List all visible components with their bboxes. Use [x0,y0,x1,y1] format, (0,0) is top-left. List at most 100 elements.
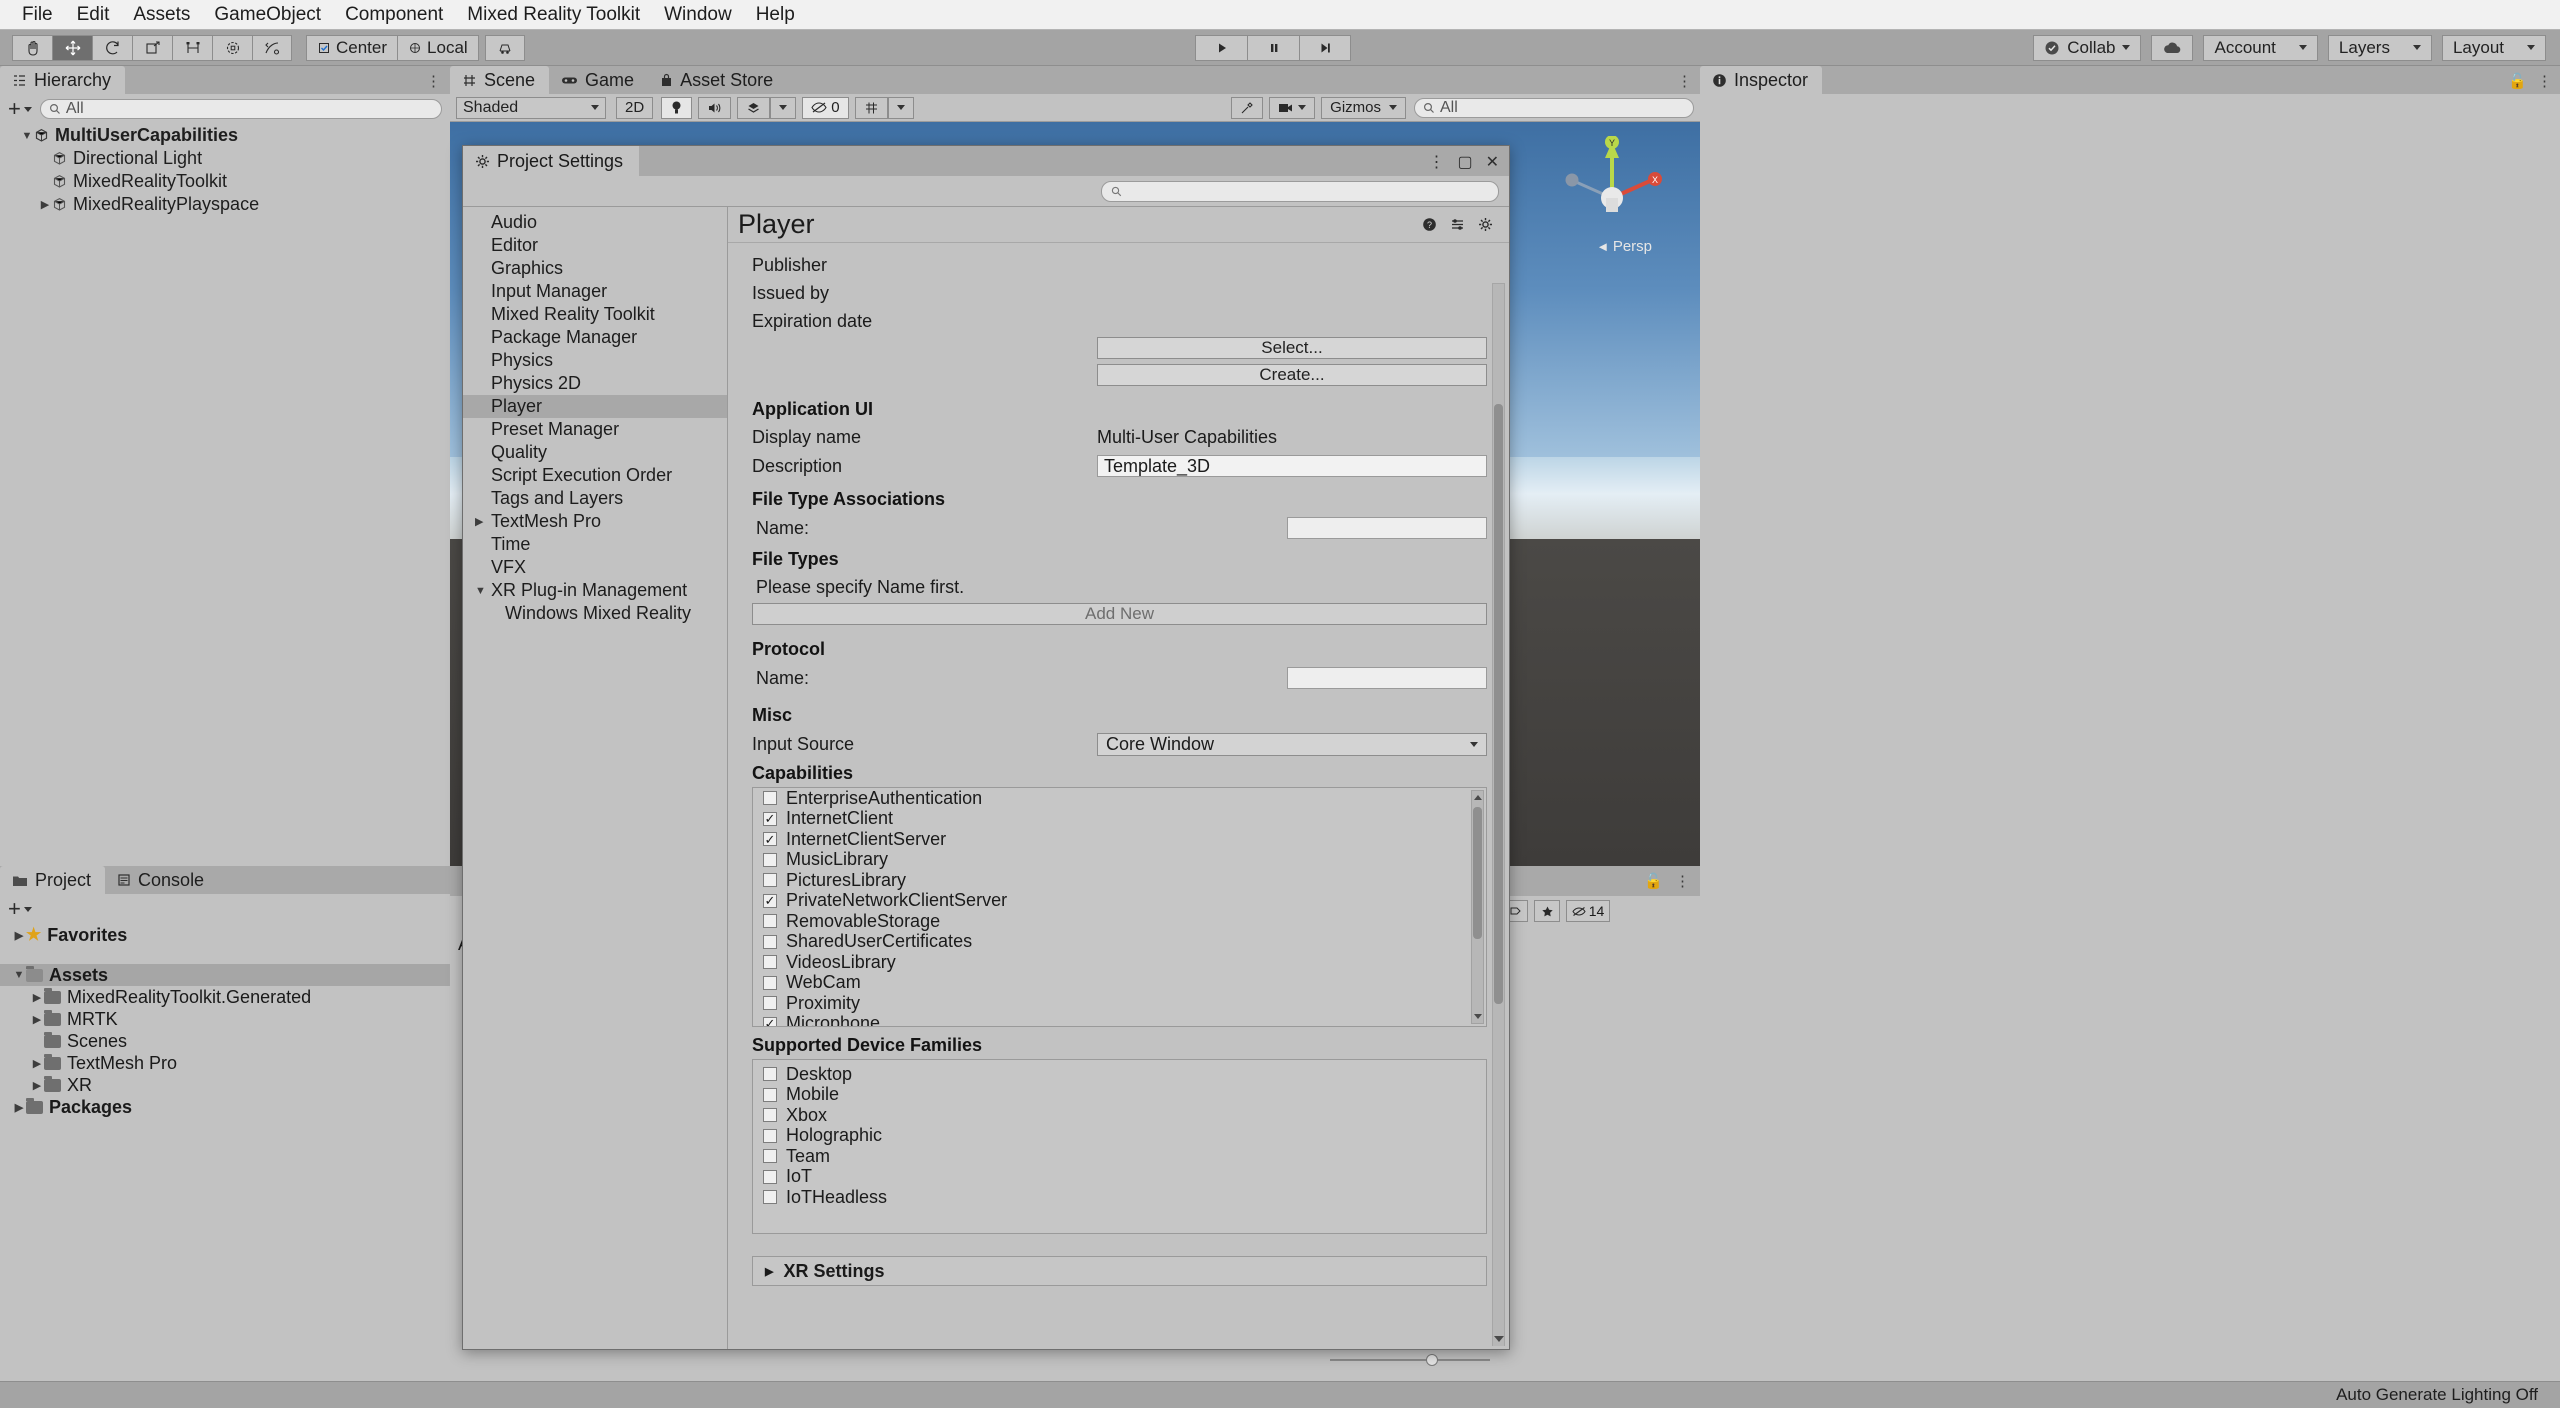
project-item[interactable]: ▶ TextMesh Pro [0,1052,450,1074]
scene-fx-dropdown[interactable] [770,96,797,119]
scene-orientation-gizmo[interactable]: Y X [1552,136,1672,246]
scene-gizmos-button[interactable]: Gizmos [1321,96,1406,119]
twisty-expanded-icon[interactable]: ▼ [475,585,486,597]
scene-fx-button[interactable] [737,96,771,119]
menu-item-file[interactable]: File [10,2,65,28]
capability-row[interactable]: VideosLibrary [753,952,1486,973]
capability-checkbox[interactable] [763,955,777,970]
pivot-rotation-button[interactable]: Local [397,34,479,61]
capability-row[interactable]: EnterpriseAuthentication [753,788,1486,809]
settings-search-input[interactable] [1101,180,1499,202]
create-asset-button[interactable]: + [8,896,32,922]
2d-toggle-button[interactable]: 2D [616,96,654,119]
tab-project-settings[interactable]: Project Settings [463,146,640,176]
tab-asset-store[interactable]: Asset Store [648,66,788,94]
select-button[interactable]: Select... [1097,337,1487,359]
capability-row[interactable]: SharedUserCertificates [753,931,1486,953]
gear-icon[interactable] [1478,217,1493,232]
layout-button[interactable]: Layout [2441,34,2546,61]
scene-lighting-button[interactable] [661,96,693,119]
twisty-collapsed-icon[interactable]: ▶ [30,1057,44,1070]
asset-zoom-slider[interactable] [1330,1353,1490,1367]
capability-row[interactable]: Proximity [753,993,1486,1014]
twisty-collapsed-icon[interactable]: ▶ [38,198,52,211]
rotate-tool-button[interactable] [92,34,132,61]
scroll-down-arrow-icon[interactable] [1494,1336,1504,1342]
settings-scrollbar[interactable] [1492,283,1505,1346]
create-object-button[interactable]: + [8,96,32,122]
scene-projection-label[interactable]: ◄ Persp [1596,238,1652,255]
settings-nav-script-execution-order[interactable]: Script Execution Order [463,464,727,487]
twisty-expanded-icon[interactable]: ▼ [20,130,34,142]
capability-row[interactable]: PicturesLibrary [753,870,1486,891]
capability-row[interactable]: WebCam [753,972,1486,994]
chevron-up-icon[interactable] [1474,795,1482,800]
rect-tool-button[interactable] [172,34,212,61]
tab-hierarchy[interactable]: Hierarchy [0,66,126,94]
project-item[interactable]: ▼ Assets [0,964,450,986]
settings-nav-package-manager[interactable]: Package Manager [463,326,727,349]
twisty-collapsed-icon[interactable]: ▶ [30,1013,44,1026]
device-family-row[interactable]: Xbox [753,1105,1486,1126]
menu-item-edit[interactable]: Edit [65,2,122,28]
project-item[interactable]: ▶ ★ Favorites [0,924,450,946]
settings-nav-time[interactable]: Time [463,533,727,556]
device-family-checkbox[interactable] [763,1067,777,1082]
menu-item-component[interactable]: Component [333,2,455,28]
project-item[interactable]: ▶ MixedRealityToolkit.Generated [0,986,450,1008]
scene-audio-button[interactable] [698,96,732,119]
hierarchy-item[interactable]: Directional Light [0,147,450,170]
kebab-menu-icon[interactable]: ⋮ [1677,72,1692,90]
collab-button[interactable]: Collab [2033,34,2142,61]
capability-checkbox[interactable]: ✓ [763,832,777,847]
project-item[interactable]: ▶ XR [0,1074,450,1096]
device-family-row[interactable]: Holographic [753,1125,1486,1147]
twisty-collapsed-icon[interactable]: ▶ [12,929,26,942]
lock-icon[interactable]: 🔓 [2508,72,2527,90]
capability-checkbox[interactable] [763,996,777,1011]
twisty-collapsed-icon[interactable]: ▶ [30,1079,44,1092]
cloud-build-button[interactable] [484,34,525,61]
transform-tool-button[interactable] [212,34,252,61]
project-item[interactable]: ▶ MRTK [0,1008,450,1030]
pause-button[interactable] [1247,34,1299,61]
kebab-menu-icon[interactable]: ⋮ [1428,152,1444,172]
scene-camera-button[interactable] [1269,96,1316,119]
input-source-dropdown[interactable]: Core Window [1097,732,1487,756]
scale-tool-button[interactable] [132,34,172,61]
hierarchy-item[interactable]: MixedRealityToolkit [0,170,450,193]
settings-nav-xr-plug-in-management[interactable]: ▼ XR Plug-in Management [463,579,727,602]
kebab-menu-icon[interactable]: ⋮ [1675,872,1690,890]
capability-checkbox[interactable] [763,934,777,949]
account-button[interactable]: Account [2203,34,2318,61]
twisty-collapsed-icon[interactable]: ▶ [475,515,483,528]
add-new-button[interactable]: Add New [752,603,1487,625]
project-item[interactable]: ▶ Packages [0,1096,450,1118]
chevron-down-icon[interactable] [1474,1014,1482,1019]
capability-row[interactable]: ✓ PrivateNetworkClientServer [753,890,1486,912]
hand-tool-button[interactable] [12,34,52,61]
settings-nav-graphics[interactable]: Graphics [463,257,727,280]
capability-checkbox[interactable] [763,791,777,806]
twisty-collapsed-icon[interactable]: ▶ [12,1101,26,1114]
settings-nav-input-manager[interactable]: Input Manager [463,280,727,303]
settings-nav-mixed-reality-toolkit[interactable]: Mixed Reality Toolkit [463,303,727,326]
fta-name-input[interactable] [1287,517,1487,539]
capability-row[interactable]: ✓ InternetClient [753,808,1486,830]
draw-mode-dropdown[interactable]: Shaded [456,96,606,119]
device-family-row[interactable]: Mobile [753,1084,1486,1106]
capability-row[interactable]: MusicLibrary [753,849,1486,871]
asset-hidden-count-button[interactable]: 14 [1566,900,1610,922]
twisty-collapsed-icon[interactable]: ▶ [30,991,44,1004]
device-family-checkbox[interactable] [763,1128,777,1143]
scrollbar-thumb[interactable] [1494,404,1503,1004]
create-button[interactable]: Create... [1097,364,1487,386]
kebab-menu-icon[interactable]: ⋮ [426,72,442,90]
settings-nav-vfx[interactable]: VFX [463,556,727,579]
tab-scene[interactable]: Scene [450,66,550,94]
device-family-row[interactable]: Team [753,1146,1486,1167]
settings-nav-preset-manager[interactable]: Preset Manager [463,418,727,441]
settings-nav-tags-and-layers[interactable]: Tags and Layers [463,487,727,510]
capability-checkbox[interactable] [763,852,777,867]
menu-item-window[interactable]: Window [652,2,744,28]
